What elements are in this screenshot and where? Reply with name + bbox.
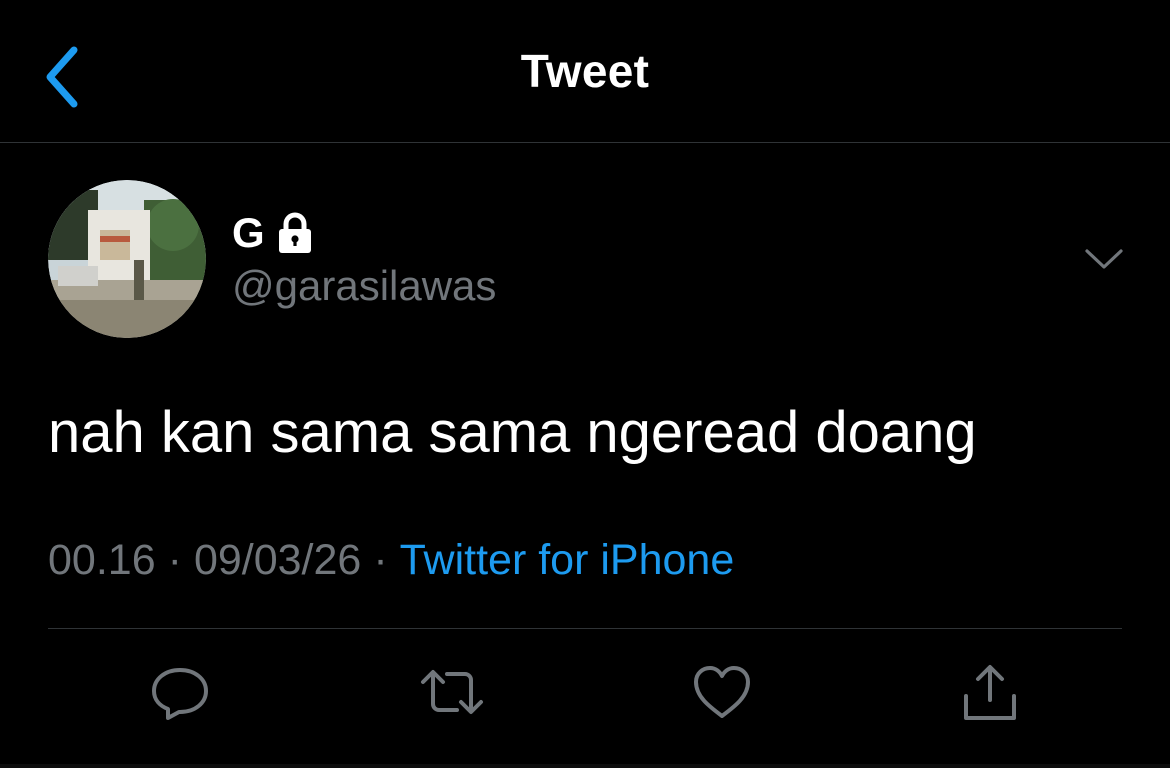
avatar-image — [48, 180, 206, 338]
action-bar — [0, 660, 1170, 740]
share-button[interactable] — [958, 660, 1022, 724]
top-bar: Tweet — [0, 0, 1170, 143]
like-button[interactable] — [690, 660, 754, 724]
lock-icon — [277, 212, 313, 254]
author-handle[interactable]: @garasilawas — [232, 262, 496, 310]
tweet-date: 09/03/26 — [193, 536, 362, 584]
divider — [48, 628, 1122, 629]
tweet-source-link[interactable]: Twitter for iPhone — [400, 536, 735, 584]
retweet-button[interactable] — [417, 660, 483, 724]
more-options-button[interactable] — [1084, 246, 1124, 272]
share-icon — [964, 665, 1016, 720]
tweet-time: 00.16 — [48, 536, 156, 584]
reply-icon — [152, 668, 208, 720]
meta-separator: · — [373, 536, 388, 584]
tweet-text: nah kan sama sama ngeread doang — [48, 400, 977, 465]
page-title: Tweet — [520, 45, 650, 97]
heart-icon — [694, 666, 750, 718]
reply-button[interactable] — [148, 660, 212, 724]
retweet-icon — [421, 670, 483, 714]
display-name: G — [232, 209, 265, 256]
bottom-edge — [0, 764, 1170, 768]
meta-separator: · — [167, 536, 182, 584]
author-name-row[interactable]: G — [232, 208, 313, 258]
chevron-down-icon — [1085, 249, 1123, 269]
tweet-meta: 00.16 · 09/03/26 · Twitter for iPhone — [48, 536, 734, 585]
avatar[interactable] — [48, 180, 206, 338]
